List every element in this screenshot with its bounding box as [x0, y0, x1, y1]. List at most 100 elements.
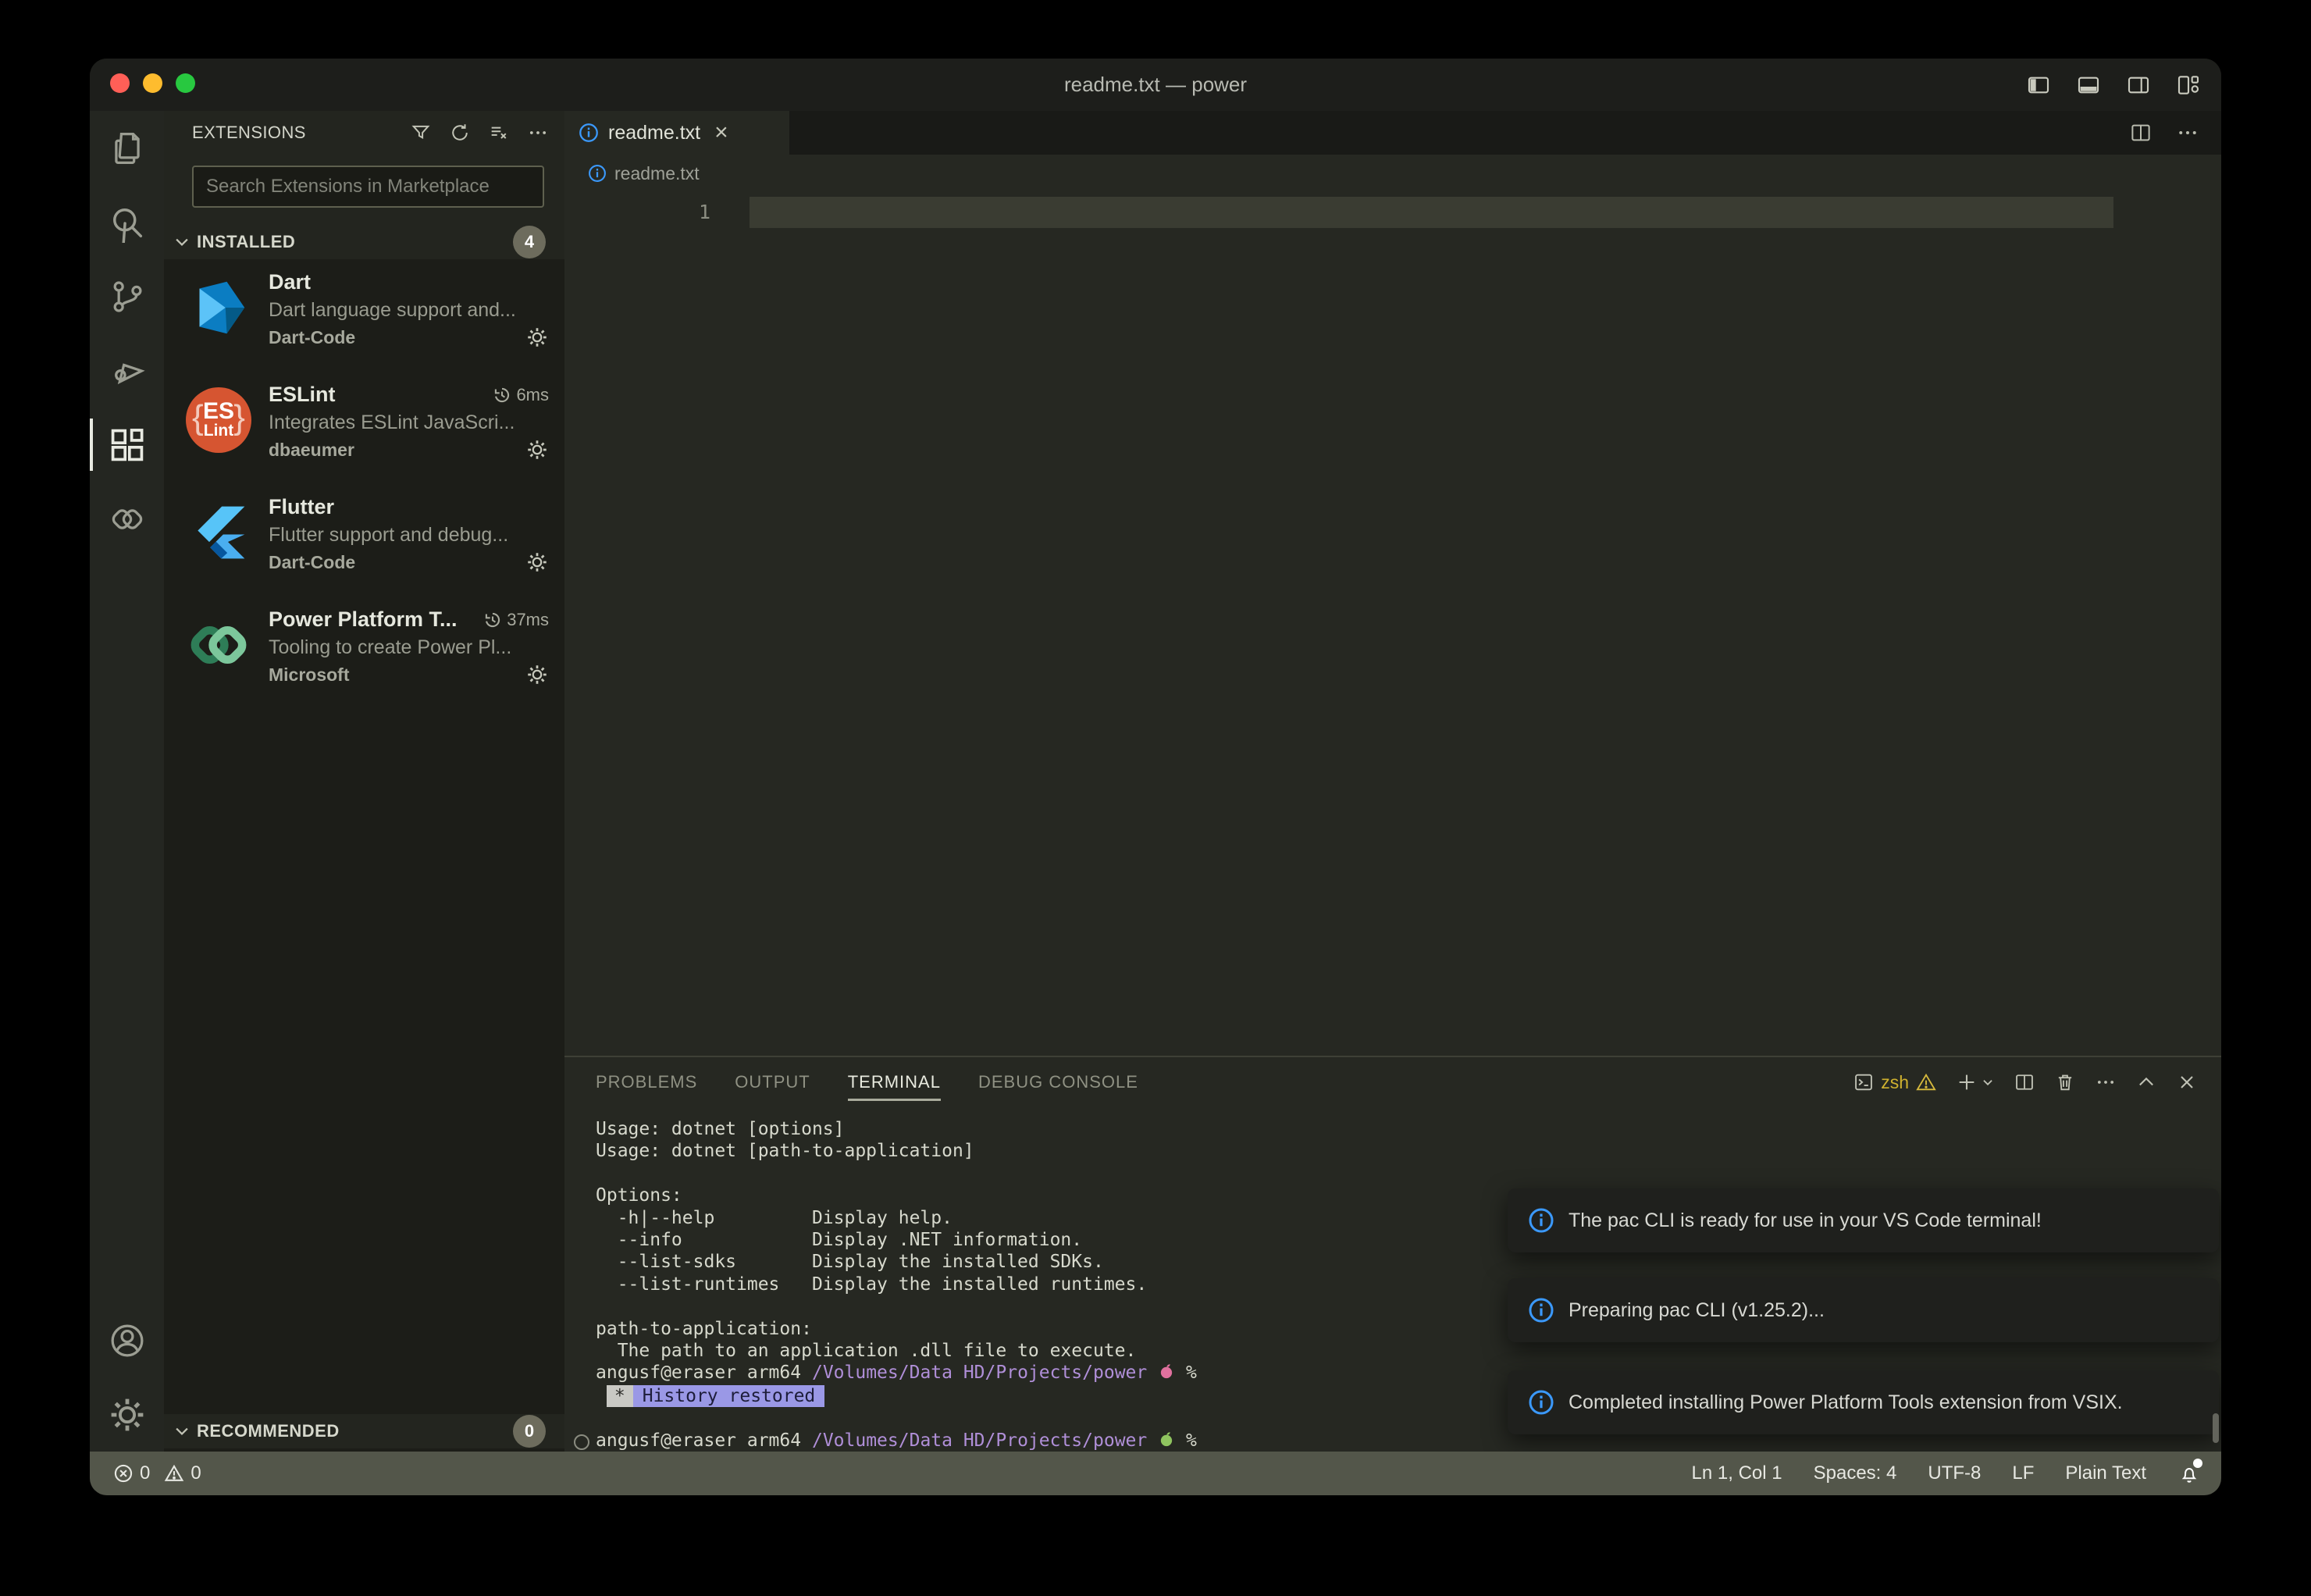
problems-status[interactable]: 0 0: [90, 1462, 209, 1484]
extension-description: Integrates ESLint JavaScri...: [269, 411, 549, 434]
extension-item-eslint[interactable]: {ESLint} ESLint 6ms Integrates ESLint Ja…: [164, 372, 564, 484]
warnings-icon: [164, 1463, 184, 1484]
toggle-primary-sidebar-icon[interactable]: [2026, 73, 2051, 98]
apple-icon: [1158, 1363, 1175, 1380]
customize-layout-icon[interactable]: [2176, 73, 2201, 98]
extension-description: Dart language support and...: [269, 299, 549, 322]
close-panel-icon[interactable]: [2176, 1071, 2198, 1093]
tab-output[interactable]: OUTPUT: [735, 1057, 810, 1107]
manage-extension-gear-icon[interactable]: [525, 326, 549, 349]
manage-extension-gear-icon[interactable]: [525, 550, 549, 574]
toggle-panel-icon[interactable]: [2076, 73, 2101, 98]
notification-toast[interactable]: Preparing pac CLI (v1.25.2)...: [1508, 1278, 2219, 1342]
explorer-icon[interactable]: [90, 111, 164, 185]
split-terminal-icon[interactable]: [2014, 1071, 2035, 1093]
sidebar-header: EXTENSIONS: [164, 111, 564, 155]
extension-publisher: dbaeumer: [269, 440, 354, 461]
dart-logo-icon: [184, 273, 253, 342]
extension-publisher: Dart-Code: [269, 327, 355, 348]
more-actions-icon[interactable]: [2176, 121, 2199, 144]
tab-terminal[interactable]: TERMINAL: [848, 1057, 941, 1107]
installed-section-header[interactable]: INSTALLED 4: [164, 225, 564, 259]
search-icon[interactable]: [90, 185, 164, 259]
chevron-down-icon: [173, 233, 191, 251]
filter-icon[interactable]: [410, 122, 432, 144]
tab-problems[interactable]: PROBLEMS: [596, 1057, 697, 1107]
activation-time: 6ms: [493, 385, 549, 405]
panel-scrollbar[interactable]: [2213, 1413, 2219, 1443]
clear-search-results-icon[interactable]: [488, 122, 510, 144]
indentation[interactable]: Spaces: 4: [1814, 1462, 1897, 1484]
extension-publisher: Dart-Code: [269, 552, 355, 573]
extensions-sidebar: EXTENSIONS: [164, 111, 564, 1452]
maximize-panel-icon[interactable]: [2135, 1071, 2157, 1093]
toggle-secondary-sidebar-icon[interactable]: [2126, 73, 2151, 98]
breadcrumb[interactable]: readme.txt: [564, 155, 2221, 192]
run-and-debug-icon[interactable]: [90, 333, 164, 408]
close-tab-icon[interactable]: ×: [714, 121, 728, 144]
info-icon: [588, 164, 607, 183]
errors-icon: [113, 1463, 134, 1484]
sidebar-title: EXTENSIONS: [192, 123, 306, 143]
command-decoration-icon[interactable]: [574, 1434, 589, 1450]
language-mode[interactable]: Plain Text: [2065, 1462, 2146, 1484]
panel-more-actions-icon[interactable]: [2095, 1071, 2117, 1093]
notification-text: The pac CLI is ready for use in your VS …: [1569, 1209, 2042, 1232]
tab-readme[interactable]: readme.txt ×: [564, 111, 789, 155]
cursor-position[interactable]: Ln 1, Col 1: [1692, 1462, 1782, 1484]
installed-label: INSTALLED: [197, 232, 295, 252]
new-terminal-icon[interactable]: [1956, 1071, 1995, 1093]
notification-toast[interactable]: Completed installing Power Platform Tool…: [1508, 1370, 2219, 1434]
terminal-shell-icon[interactable]: zsh: [1853, 1071, 1937, 1093]
activity-bar: [90, 111, 164, 1452]
extensions-icon[interactable]: [90, 408, 164, 482]
info-icon: [579, 123, 599, 143]
error-count: 0: [140, 1462, 150, 1484]
more-actions-icon[interactable]: [527, 122, 549, 144]
accounts-icon[interactable]: [90, 1303, 164, 1377]
extension-item-power-platform[interactable]: Power Platform T... 37ms Tooling to crea…: [164, 597, 564, 709]
manage-extension-gear-icon[interactable]: [525, 663, 549, 686]
info-icon: [1528, 1207, 1554, 1234]
flutter-logo-icon: [184, 498, 253, 567]
info-icon: [1528, 1297, 1554, 1323]
editor-content[interactable]: 1: [564, 192, 2221, 1056]
kill-terminal-trash-icon[interactable]: [2054, 1071, 2076, 1093]
current-line-highlight: [750, 197, 2113, 228]
extension-name: Power Platform T...: [269, 607, 458, 632]
extension-item-flutter[interactable]: Flutter Flutter support and debug... Dar…: [164, 484, 564, 597]
screenshot-stage: readme.txt — power: [0, 0, 2311, 1596]
line-number: 1: [564, 197, 710, 228]
manage-extension-gear-icon[interactable]: [525, 438, 549, 461]
titlebar: readme.txt — power: [90, 59, 2221, 111]
extension-publisher: Microsoft: [269, 664, 350, 686]
notification-text: Completed installing Power Platform Tool…: [1569, 1391, 2123, 1414]
tab-label: readme.txt: [608, 122, 700, 144]
encoding[interactable]: UTF-8: [1928, 1462, 1981, 1484]
power-platform-icon[interactable]: [90, 482, 164, 556]
recommended-section-header[interactable]: RECOMMENDED 0: [164, 1414, 564, 1448]
notification-toast[interactable]: The pac CLI is ready for use in your VS …: [1508, 1188, 2219, 1252]
search-input[interactable]: [194, 176, 543, 198]
extension-description: Tooling to create Power Pl...: [269, 636, 549, 659]
installed-extensions-list: Dart Dart language support and... Dart-C…: [164, 259, 564, 709]
extension-search-box: [192, 166, 544, 208]
source-control-icon[interactable]: [90, 259, 164, 333]
eol-sequence[interactable]: LF: [2012, 1462, 2034, 1484]
eslint-logo-icon: {ESLint}: [184, 386, 253, 454]
warning-count: 0: [191, 1462, 201, 1484]
notifications-bell-icon[interactable]: [2177, 1462, 2201, 1485]
info-icon: [1528, 1389, 1554, 1416]
extension-name: ESLint: [269, 383, 336, 407]
notification-text: Preparing pac CLI (v1.25.2)...: [1569, 1299, 1825, 1322]
activation-time: 37ms: [483, 610, 549, 630]
recommended-label: RECOMMENDED: [197, 1421, 340, 1441]
refresh-icon[interactable]: [449, 122, 471, 144]
apple-icon: [1158, 1430, 1175, 1448]
settings-gear-icon[interactable]: [90, 1377, 164, 1452]
tab-debug-console[interactable]: DEBUG CONSOLE: [978, 1057, 1138, 1107]
power-platform-logo-icon: [184, 611, 253, 679]
split-editor-icon[interactable]: [2129, 121, 2153, 144]
recommended-count-badge: 0: [513, 1415, 546, 1448]
extension-item-dart[interactable]: Dart Dart language support and... Dart-C…: [164, 259, 564, 372]
